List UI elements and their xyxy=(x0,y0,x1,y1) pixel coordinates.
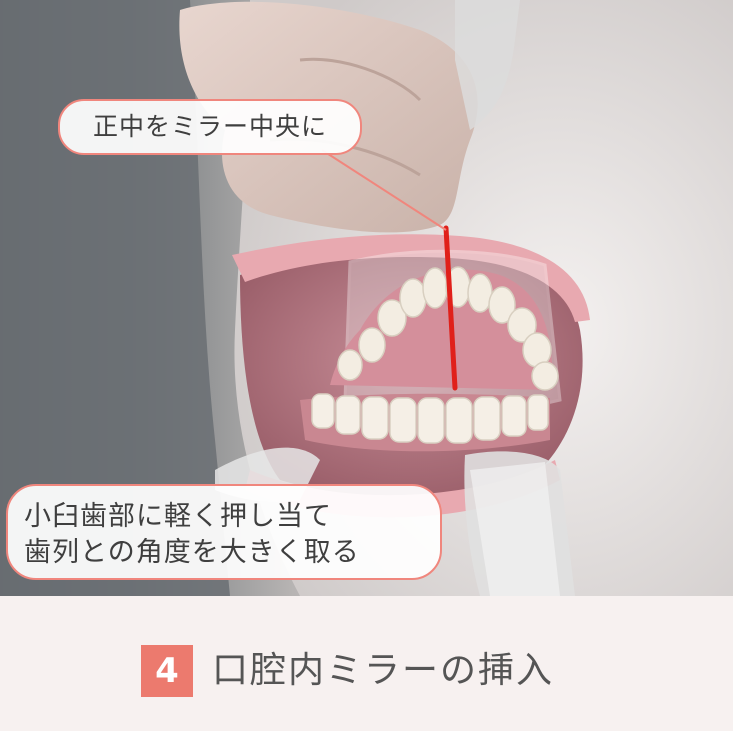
midline-annotation-text: 正中をミラー中央に xyxy=(92,112,327,141)
midline-annotation: 正中をミラー中央に xyxy=(58,99,362,155)
premolar-annotation: 小臼歯部に軽く押し当て 歯列との角度を大きく取る xyxy=(6,484,442,580)
intraoral-mirror-photo: 正中をミラー中央に 小臼歯部に軽く押し当て 歯列との角度を大きく取る xyxy=(0,0,733,596)
step-title: 口腔内ミラーの挿入 xyxy=(212,650,555,691)
step-number-badge: 4 xyxy=(141,645,193,697)
instruction-card: 正中をミラー中央に 小臼歯部に軽く押し当て 歯列との角度を大きく取る 4 口腔内… xyxy=(0,0,733,731)
premolar-annotation-line1: 小臼歯部に軽く押し当て xyxy=(24,501,332,532)
premolar-annotation-line2: 歯列との角度を大きく取る xyxy=(24,537,360,568)
